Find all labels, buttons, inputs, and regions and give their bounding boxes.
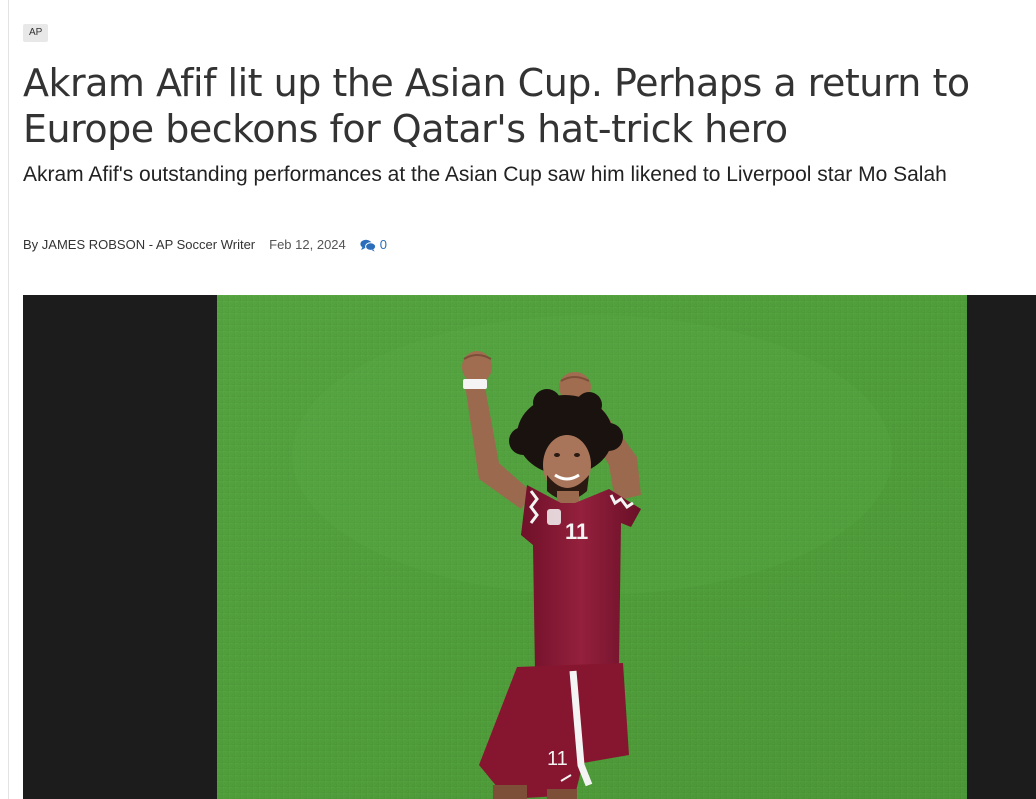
headline: Akram Afif lit up the Asian Cup. Perhaps… (23, 61, 970, 151)
byline: By JAMES ROBSON - AP Soccer Writer (23, 237, 256, 252)
comments-icon (360, 239, 376, 252)
source-tag[interactable]: AP (23, 24, 49, 42)
svg-text:11: 11 (547, 748, 568, 770)
lead-photo-frame[interactable]: 11 11 (23, 295, 1036, 799)
comments-link[interactable]: 0 (360, 237, 387, 253)
comment-count: 0 (379, 237, 387, 252)
publish-date: Feb 12, 2024 (269, 237, 346, 252)
article-meta: By JAMES ROBSON - AP Soccer Writer Feb 1… (23, 237, 387, 253)
page-left-border (8, 0, 9, 799)
subheadline: Akram Afif's outstanding performances at… (23, 163, 947, 186)
article: AP Akram Afif lit up the Asian Cup. Perh… (23, 0, 1036, 799)
jersey-number: 11 (565, 519, 588, 544)
lead-photo: 11 11 (217, 295, 967, 799)
